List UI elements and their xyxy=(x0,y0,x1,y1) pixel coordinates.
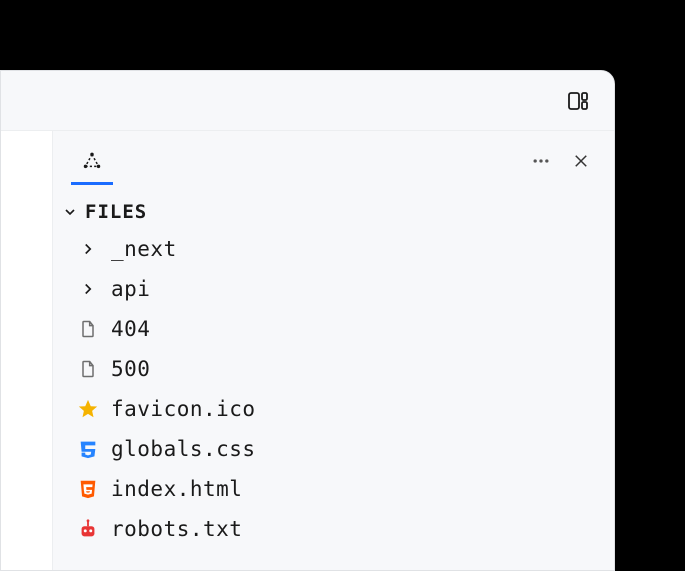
layout-columns-icon xyxy=(566,88,590,114)
file-icon xyxy=(77,358,99,380)
folder-row[interactable]: api xyxy=(53,269,614,309)
source-tab[interactable] xyxy=(71,137,113,185)
tree-item-label: 404 xyxy=(111,317,150,341)
left-gutter xyxy=(1,131,53,571)
css-icon xyxy=(77,438,99,460)
file-row[interactable]: favicon.ico xyxy=(53,389,614,429)
layout-toggle-button[interactable] xyxy=(566,89,590,113)
tree-item-label: api xyxy=(111,277,150,301)
panel-top-bar xyxy=(1,71,614,131)
close-panel-button[interactable] xyxy=(566,146,596,176)
tree-item-label: index.html xyxy=(111,477,242,501)
more-actions-button[interactable] xyxy=(526,146,556,176)
triangle-dots-icon xyxy=(79,149,105,175)
folder-row[interactable]: _next xyxy=(53,229,614,269)
html-icon xyxy=(77,478,99,500)
tree-item-label: robots.txt xyxy=(111,517,242,541)
more-horizontal-icon xyxy=(531,151,551,171)
source-panel: FILES _next api xyxy=(0,70,615,571)
chevron-right-icon xyxy=(77,278,99,300)
close-icon xyxy=(572,152,590,170)
files-section-title: FILES xyxy=(85,201,147,223)
tab-bar xyxy=(53,131,614,191)
file-tree: FILES _next api xyxy=(53,191,614,570)
file-row[interactable]: robots.txt xyxy=(53,509,614,549)
star-icon xyxy=(77,398,99,420)
tree-item-label: 500 xyxy=(111,357,150,381)
chevron-down-icon xyxy=(61,203,79,221)
files-section-header[interactable]: FILES xyxy=(53,191,614,229)
chevron-right-icon xyxy=(77,238,99,260)
file-icon xyxy=(77,318,99,340)
tree-item-label: globals.css xyxy=(111,437,256,461)
file-row[interactable]: 404 xyxy=(53,309,614,349)
file-row[interactable]: 500 xyxy=(53,349,614,389)
robot-icon xyxy=(77,518,99,540)
file-row[interactable]: globals.css xyxy=(53,429,614,469)
file-row[interactable]: index.html xyxy=(53,469,614,509)
tree-item-label: favicon.ico xyxy=(111,397,256,421)
tree-item-label: _next xyxy=(111,237,177,261)
